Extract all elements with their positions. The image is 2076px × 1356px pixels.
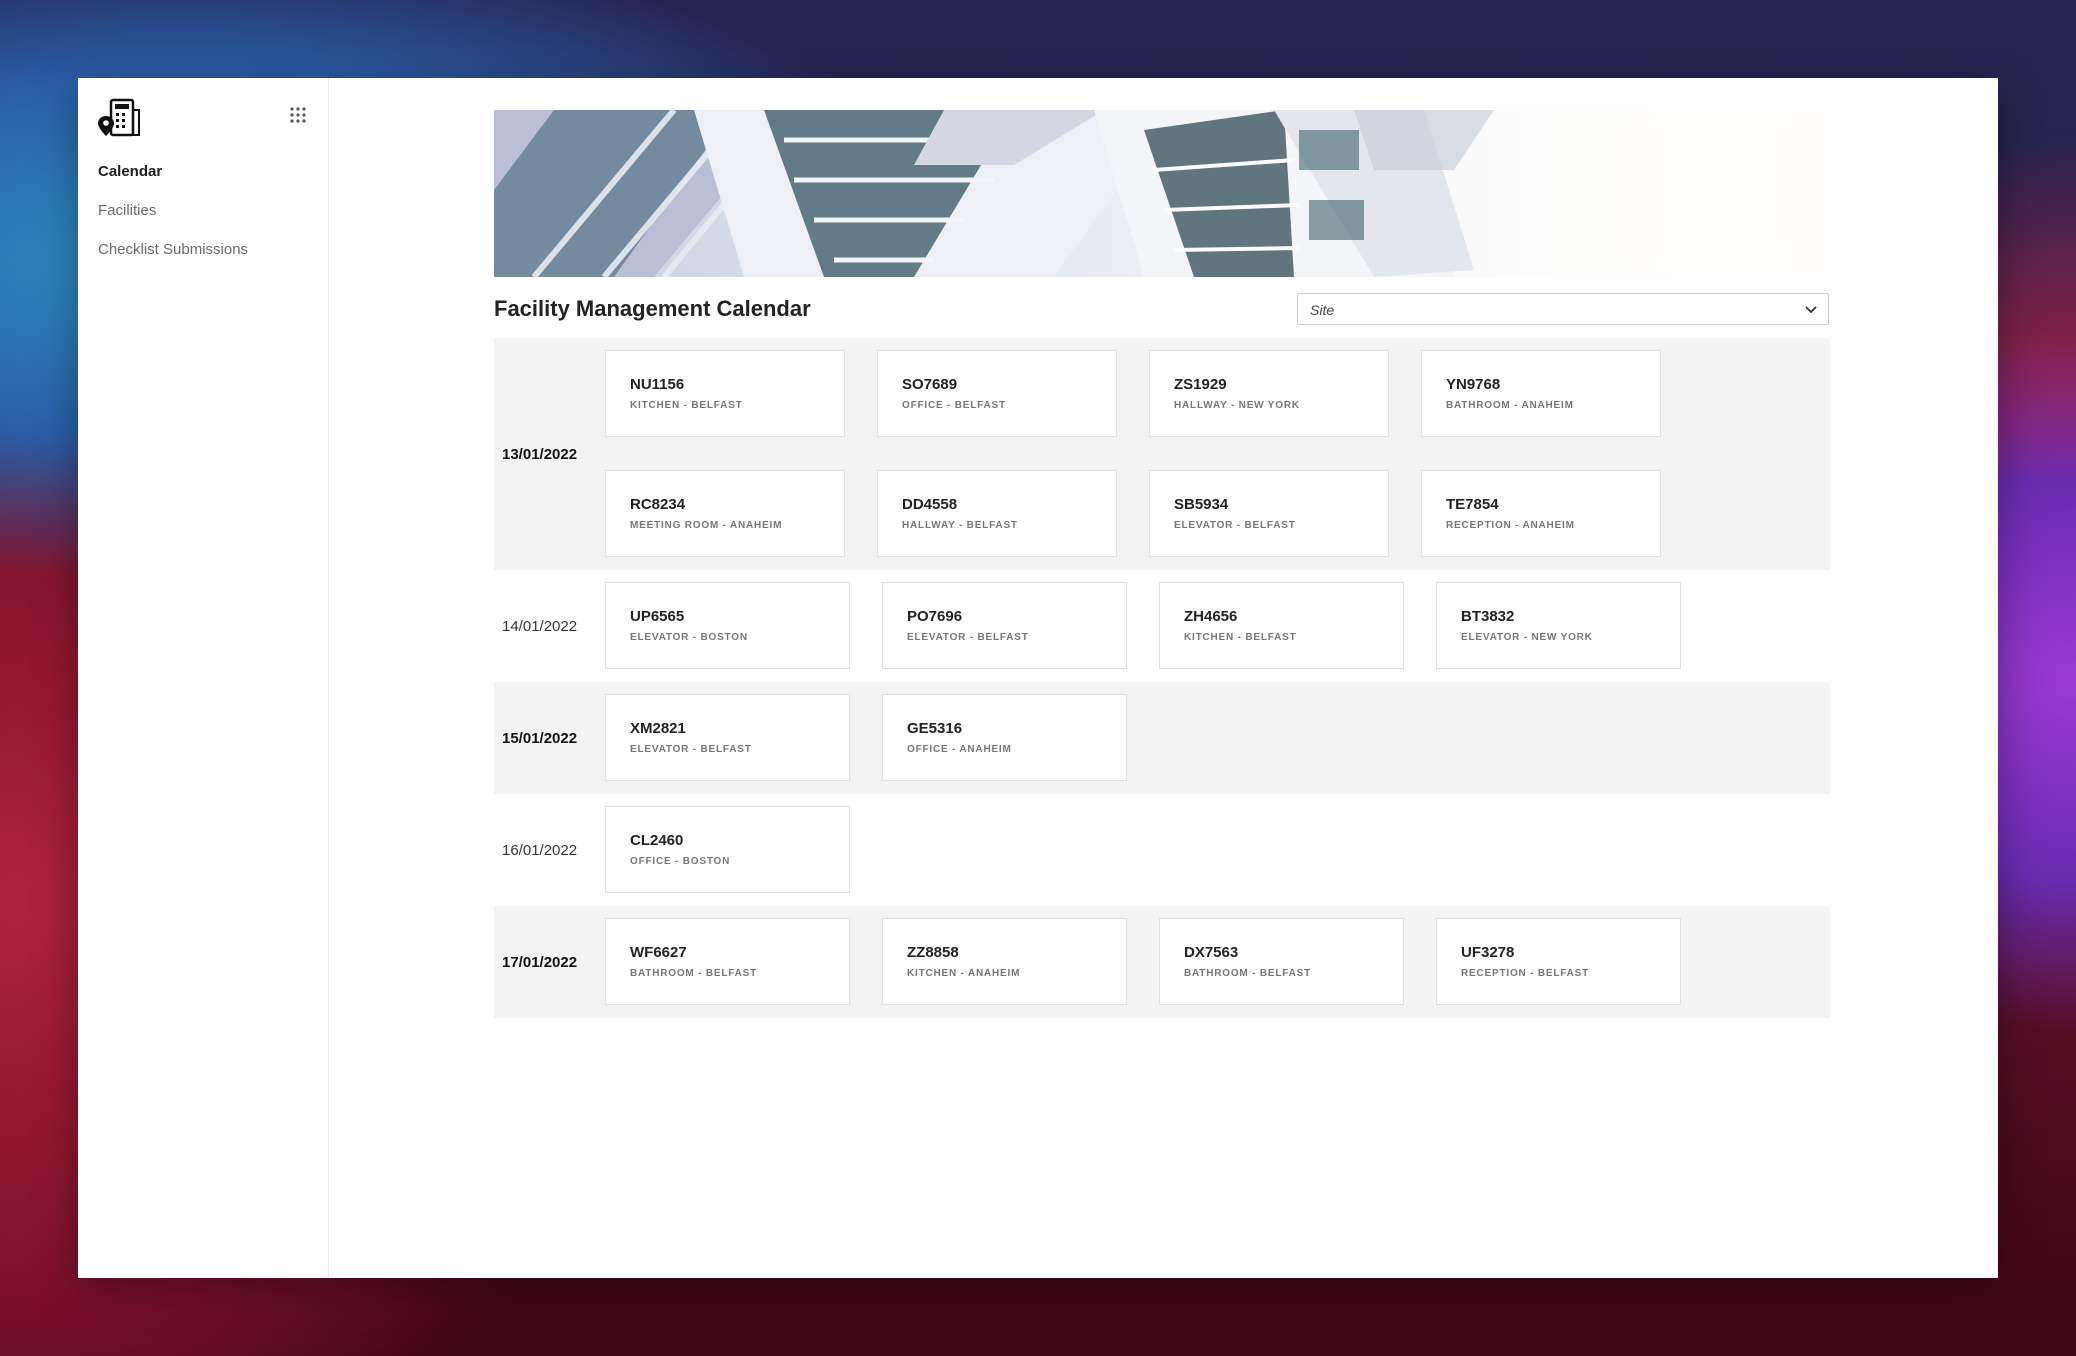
task-code: XM2821 xyxy=(630,720,686,737)
sidebar-item-checklist-submissions[interactable]: Checklist Submissions xyxy=(98,242,248,258)
task-code: UF3278 xyxy=(1461,944,1515,961)
task-code: SO7689 xyxy=(902,376,958,393)
calendar-day-row: 16/01/2022 CL2460 OFFICE - BOSTON xyxy=(494,794,1830,906)
calendar-day-row: 13/01/2022 NU1156 KITCHEN - BELFAST SO76… xyxy=(494,338,1830,570)
task-location: BATHROOM - BELFAST xyxy=(630,968,757,979)
apps-grid-icon[interactable] xyxy=(288,105,308,125)
task-code: BT3832 xyxy=(1461,608,1515,625)
task-card[interactable]: ZZ8858 KITCHEN - ANAHEIM xyxy=(882,918,1127,1005)
task-location: OFFICE - BOSTON xyxy=(630,856,731,867)
date-label: 13/01/2022 xyxy=(502,445,578,463)
task-location: OFFICE - BELFAST xyxy=(902,400,1006,411)
chevron-down-icon xyxy=(1804,302,1818,316)
date-label: 15/01/2022 xyxy=(502,729,578,747)
site-select-placeholder: Site xyxy=(1310,302,1335,318)
app-window: Calendar Facilities Checklist Submission… xyxy=(78,78,1998,1278)
task-location: ELEVATOR - BOSTON xyxy=(630,632,748,643)
task-code: RC8234 xyxy=(630,496,686,513)
task-code: DX7563 xyxy=(1184,944,1239,961)
task-card[interactable]: GE5316 OFFICE - ANAHEIM xyxy=(882,694,1127,781)
task-location: RECEPTION - ANAHEIM xyxy=(1446,520,1575,531)
task-code: PO7696 xyxy=(907,608,963,625)
task-card[interactable]: RC8234 MEETING ROOM - ANAHEIM xyxy=(605,470,845,557)
task-code: GE5316 xyxy=(907,720,963,737)
date-label: 17/01/2022 xyxy=(502,953,578,971)
task-location: ELEVATOR - BELFAST xyxy=(1174,520,1296,531)
task-location: ELEVATOR - BELFAST xyxy=(630,744,752,755)
task-location: MEETING ROOM - ANAHEIM xyxy=(630,520,783,531)
task-card[interactable]: ZS1929 HALLWAY - NEW YORK xyxy=(1149,350,1389,437)
sidebar-nav: Calendar Facilities Checklist Submission… xyxy=(98,164,248,281)
task-code: TE7854 xyxy=(1446,496,1499,513)
main-content: Facility Management Calendar Site 13/01/… xyxy=(329,78,1998,1278)
task-code: ZH4656 xyxy=(1184,608,1238,625)
task-code: CL2460 xyxy=(630,832,684,849)
hero-banner-image xyxy=(494,110,1830,277)
task-code: DD4558 xyxy=(902,496,958,513)
date-label: 14/01/2022 xyxy=(502,617,578,635)
task-location: OFFICE - ANAHEIM xyxy=(907,744,1012,755)
task-card[interactable]: DX7563 BATHROOM - BELFAST xyxy=(1159,918,1404,1005)
task-location: BATHROOM - ANAHEIM xyxy=(1446,400,1574,411)
task-card[interactable]: XM2821 ELEVATOR - BELFAST xyxy=(605,694,850,781)
task-card[interactable]: SO7689 OFFICE - BELFAST xyxy=(877,350,1117,437)
calendar-day-row: 17/01/2022 WF6627 BATHROOM - BELFAST ZZ8… xyxy=(494,906,1830,1018)
task-code: ZZ8858 xyxy=(907,944,959,961)
task-card[interactable]: ZH4656 KITCHEN - BELFAST xyxy=(1159,582,1404,669)
sidebar-item-calendar[interactable]: Calendar xyxy=(98,164,248,180)
date-label: 16/01/2022 xyxy=(502,841,578,859)
task-card[interactable]: WF6627 BATHROOM - BELFAST xyxy=(605,918,850,1005)
task-code: NU1156 xyxy=(630,376,685,393)
task-location: ELEVATOR - NEW YORK xyxy=(1461,632,1593,643)
task-card[interactable]: YN9768 BATHROOM - ANAHEIM xyxy=(1421,350,1661,437)
task-card[interactable]: BT3832 ELEVATOR - NEW YORK xyxy=(1436,582,1681,669)
task-card[interactable]: NU1156 KITCHEN - BELFAST xyxy=(605,350,845,437)
page-title: Facility Management Calendar xyxy=(494,296,811,321)
task-code: YN9768 xyxy=(1446,376,1501,393)
task-location: RECEPTION - BELFAST xyxy=(1461,968,1589,979)
task-location: HALLWAY - NEW YORK xyxy=(1174,400,1300,411)
sidebar-item-facilities[interactable]: Facilities xyxy=(98,203,248,219)
calendar-day-row: 15/01/2022 XM2821 ELEVATOR - BELFAST GE5… xyxy=(494,682,1830,794)
task-location: BATHROOM - BELFAST xyxy=(1184,968,1311,979)
task-card[interactable]: CL2460 OFFICE - BOSTON xyxy=(605,806,850,893)
sidebar: Calendar Facilities Checklist Submission… xyxy=(78,78,329,1278)
task-location: HALLWAY - BELFAST xyxy=(902,520,1018,531)
task-card[interactable]: TE7854 RECEPTION - ANAHEIM xyxy=(1421,470,1661,557)
task-card[interactable]: DD4558 HALLWAY - BELFAST xyxy=(877,470,1117,557)
calendar: 13/01/2022 NU1156 KITCHEN - BELFAST SO76… xyxy=(494,338,1830,1018)
task-code: UP6565 xyxy=(630,608,685,625)
task-location: KITCHEN - BELFAST xyxy=(1184,632,1297,643)
task-code: ZS1929 xyxy=(1174,376,1227,393)
facility-building-icon[interactable] xyxy=(98,98,140,138)
task-location: ELEVATOR - BELFAST xyxy=(907,632,1029,643)
task-code: SB5934 xyxy=(1174,496,1229,513)
calendar-day-row: 14/01/2022 UP6565 ELEVATOR - BOSTON PO76… xyxy=(494,570,1830,682)
task-code: WF6627 xyxy=(630,944,687,961)
task-card[interactable]: UF3278 RECEPTION - BELFAST xyxy=(1436,918,1681,1005)
site-select[interactable]: Site xyxy=(1297,293,1829,325)
task-location: KITCHEN - BELFAST xyxy=(630,400,743,411)
task-card[interactable]: PO7696 ELEVATOR - BELFAST xyxy=(882,582,1127,669)
task-card[interactable]: UP6565 ELEVATOR - BOSTON xyxy=(605,582,850,669)
task-location: KITCHEN - ANAHEIM xyxy=(907,968,1021,979)
task-card[interactable]: SB5934 ELEVATOR - BELFAST xyxy=(1149,470,1389,557)
